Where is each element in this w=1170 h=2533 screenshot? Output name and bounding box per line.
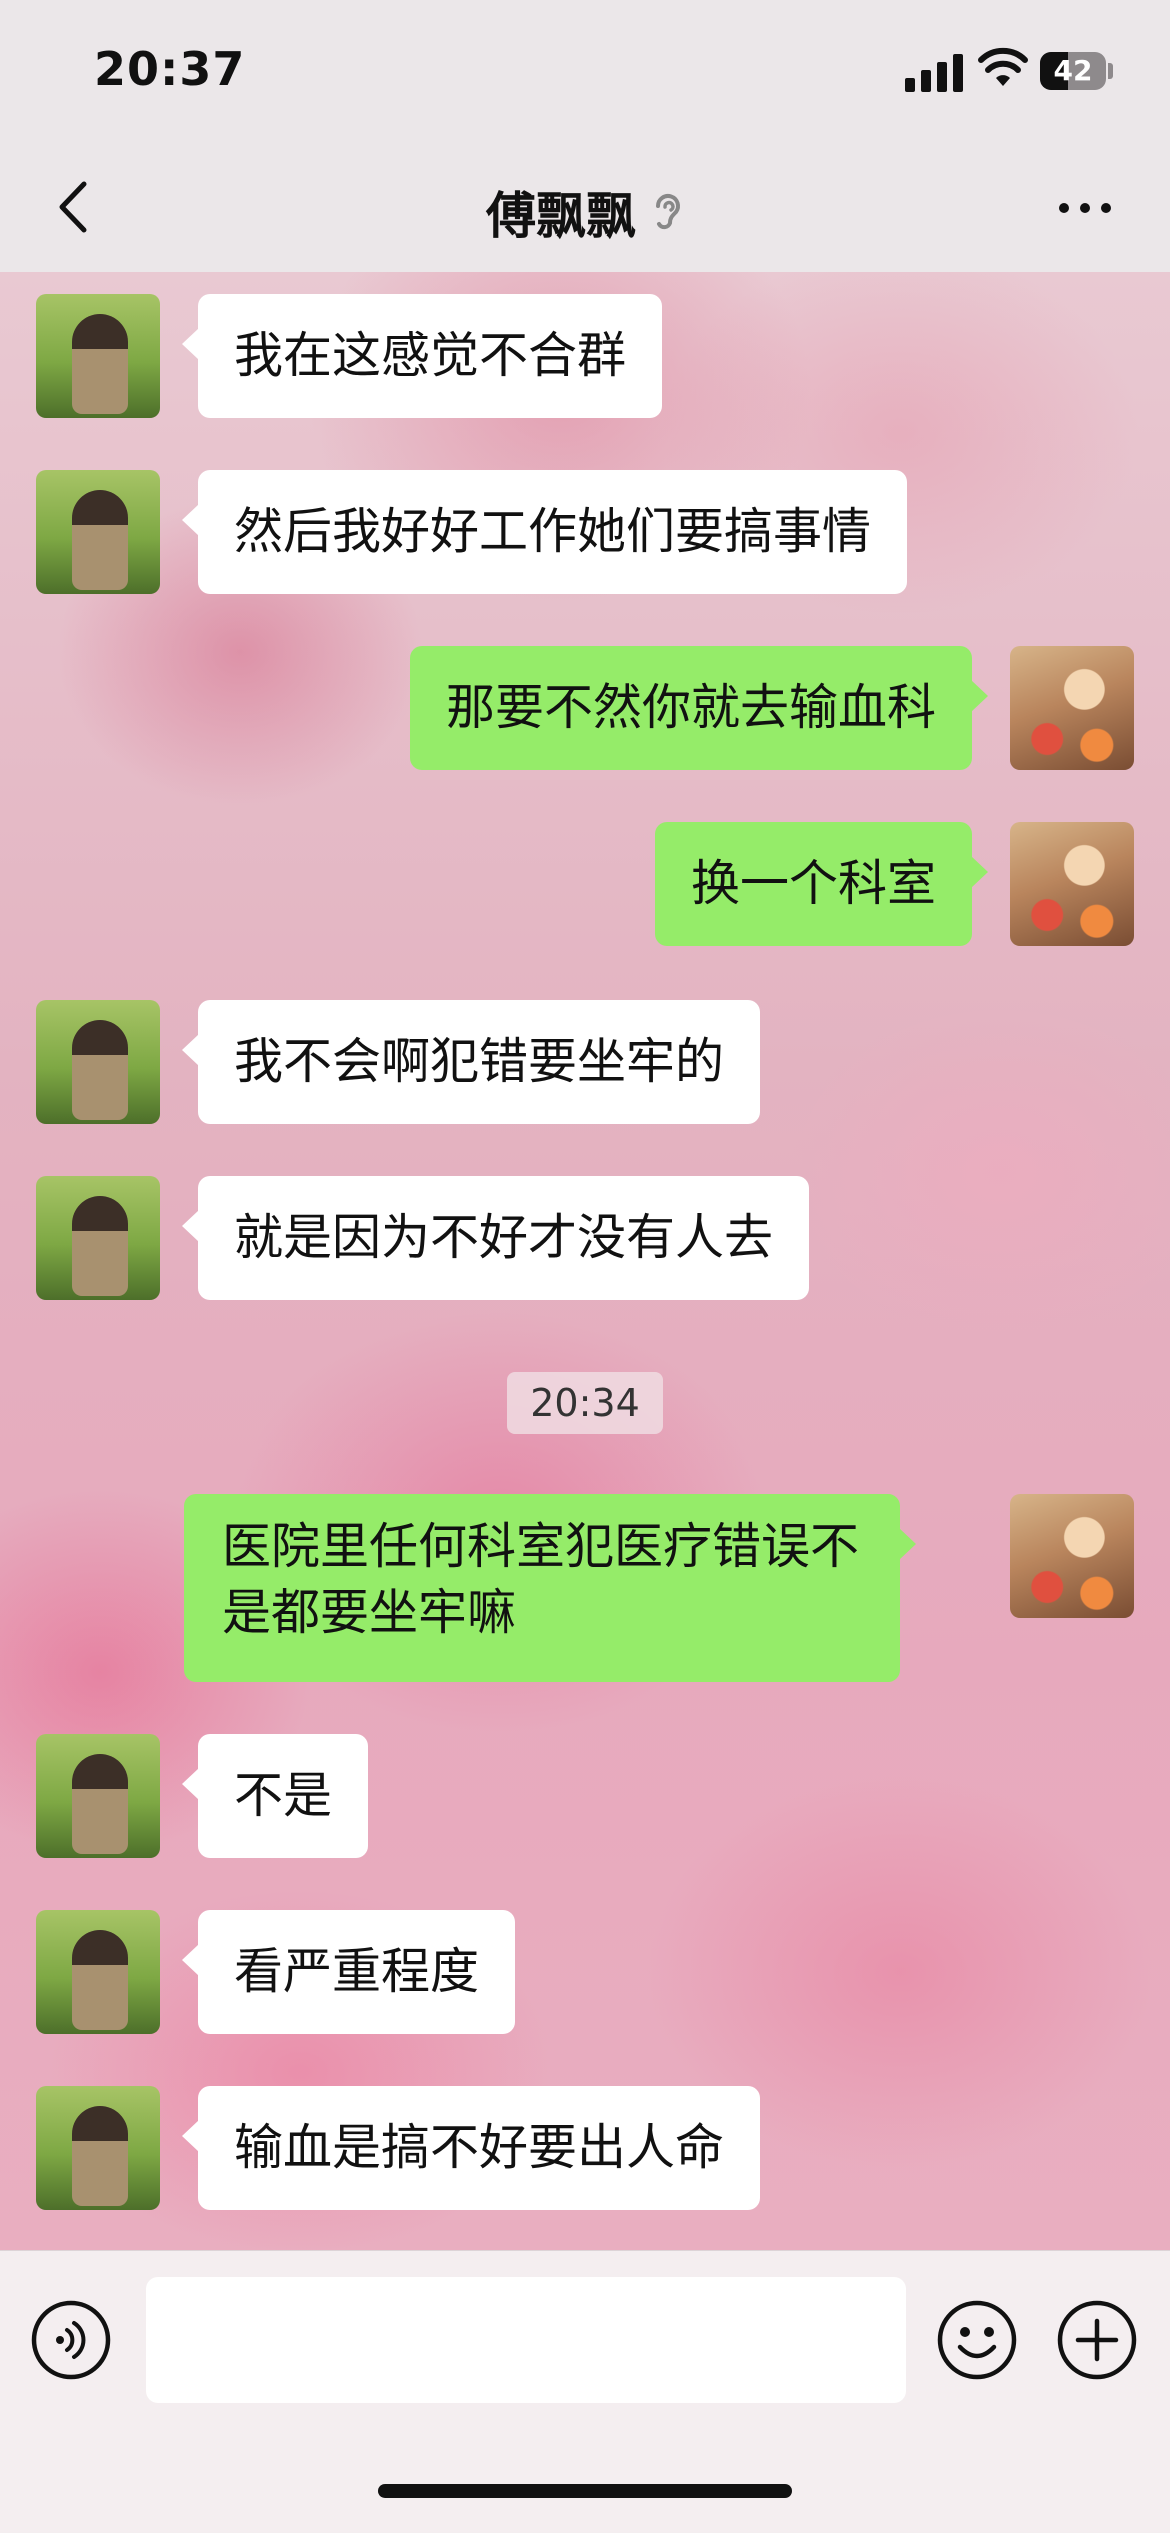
contact-avatar[interactable] [36,294,160,418]
contact-avatar[interactable] [36,1910,160,2034]
contact-avatar[interactable] [36,1176,160,1300]
message-bubble-sent[interactable]: 医院里任何科室犯医疗错误不是都要坐牢嘛 [184,1494,916,1682]
battery-cap [1108,63,1113,79]
message-bubble-received[interactable]: 就是因为不好才没有人去 [181,1176,810,1300]
message-bubble-received[interactable]: 我不会啊犯错要坐牢的 [181,1000,761,1124]
my-avatar[interactable] [1010,822,1134,946]
contact-avatar[interactable] [36,1734,160,1858]
battery-icon: 42 [1040,52,1106,90]
contact-avatar[interactable] [36,470,160,594]
voice-input-button[interactable] [30,2299,112,2381]
message-bubble-sent[interactable]: 那要不然你就去输血科 [409,646,989,770]
emoji-button[interactable] [936,2299,1018,2381]
home-indicator [378,2484,792,2498]
my-avatar[interactable] [1010,646,1134,770]
chat-header: 傅飘飘 [0,150,1170,273]
contact-avatar[interactable] [36,1000,160,1124]
status-time: 20:37 [94,42,246,96]
cellular-signal-icon [905,52,965,92]
message-bubble-received[interactable]: 我在这感觉不合群 [181,294,663,418]
more-options-button[interactable] [1050,178,1120,238]
message-timestamp: 20:34 [507,1372,663,1434]
wifi-icon [978,47,1028,86]
message-bubble-received[interactable]: 然后我好好工作她们要搞事情 [181,470,908,594]
chat-title[interactable]: 傅飘飘 [486,176,636,248]
message-input[interactable] [146,2277,906,2403]
message-bubble-sent[interactable]: 换一个科室 [654,822,989,946]
message-bubble-received[interactable]: 看严重程度 [181,1910,516,2034]
status-bar: 20:37 42 [0,0,1170,150]
chat-area[interactable]: 我在这感觉不合群 然后我好好工作她们要搞事情 那要不然你就去输血科 换一个科室 … [0,272,1170,2250]
battery-level: 42 [1053,54,1093,87]
message-bubble-received[interactable]: 输血是搞不好要出人命 [181,2086,761,2210]
message-bubble-received[interactable]: 不是 [181,1734,369,1858]
more-functions-plus-button[interactable] [1056,2299,1138,2381]
contact-avatar[interactable] [36,2086,160,2210]
ear-icon [656,194,680,230]
my-avatar[interactable] [1010,1494,1134,1618]
